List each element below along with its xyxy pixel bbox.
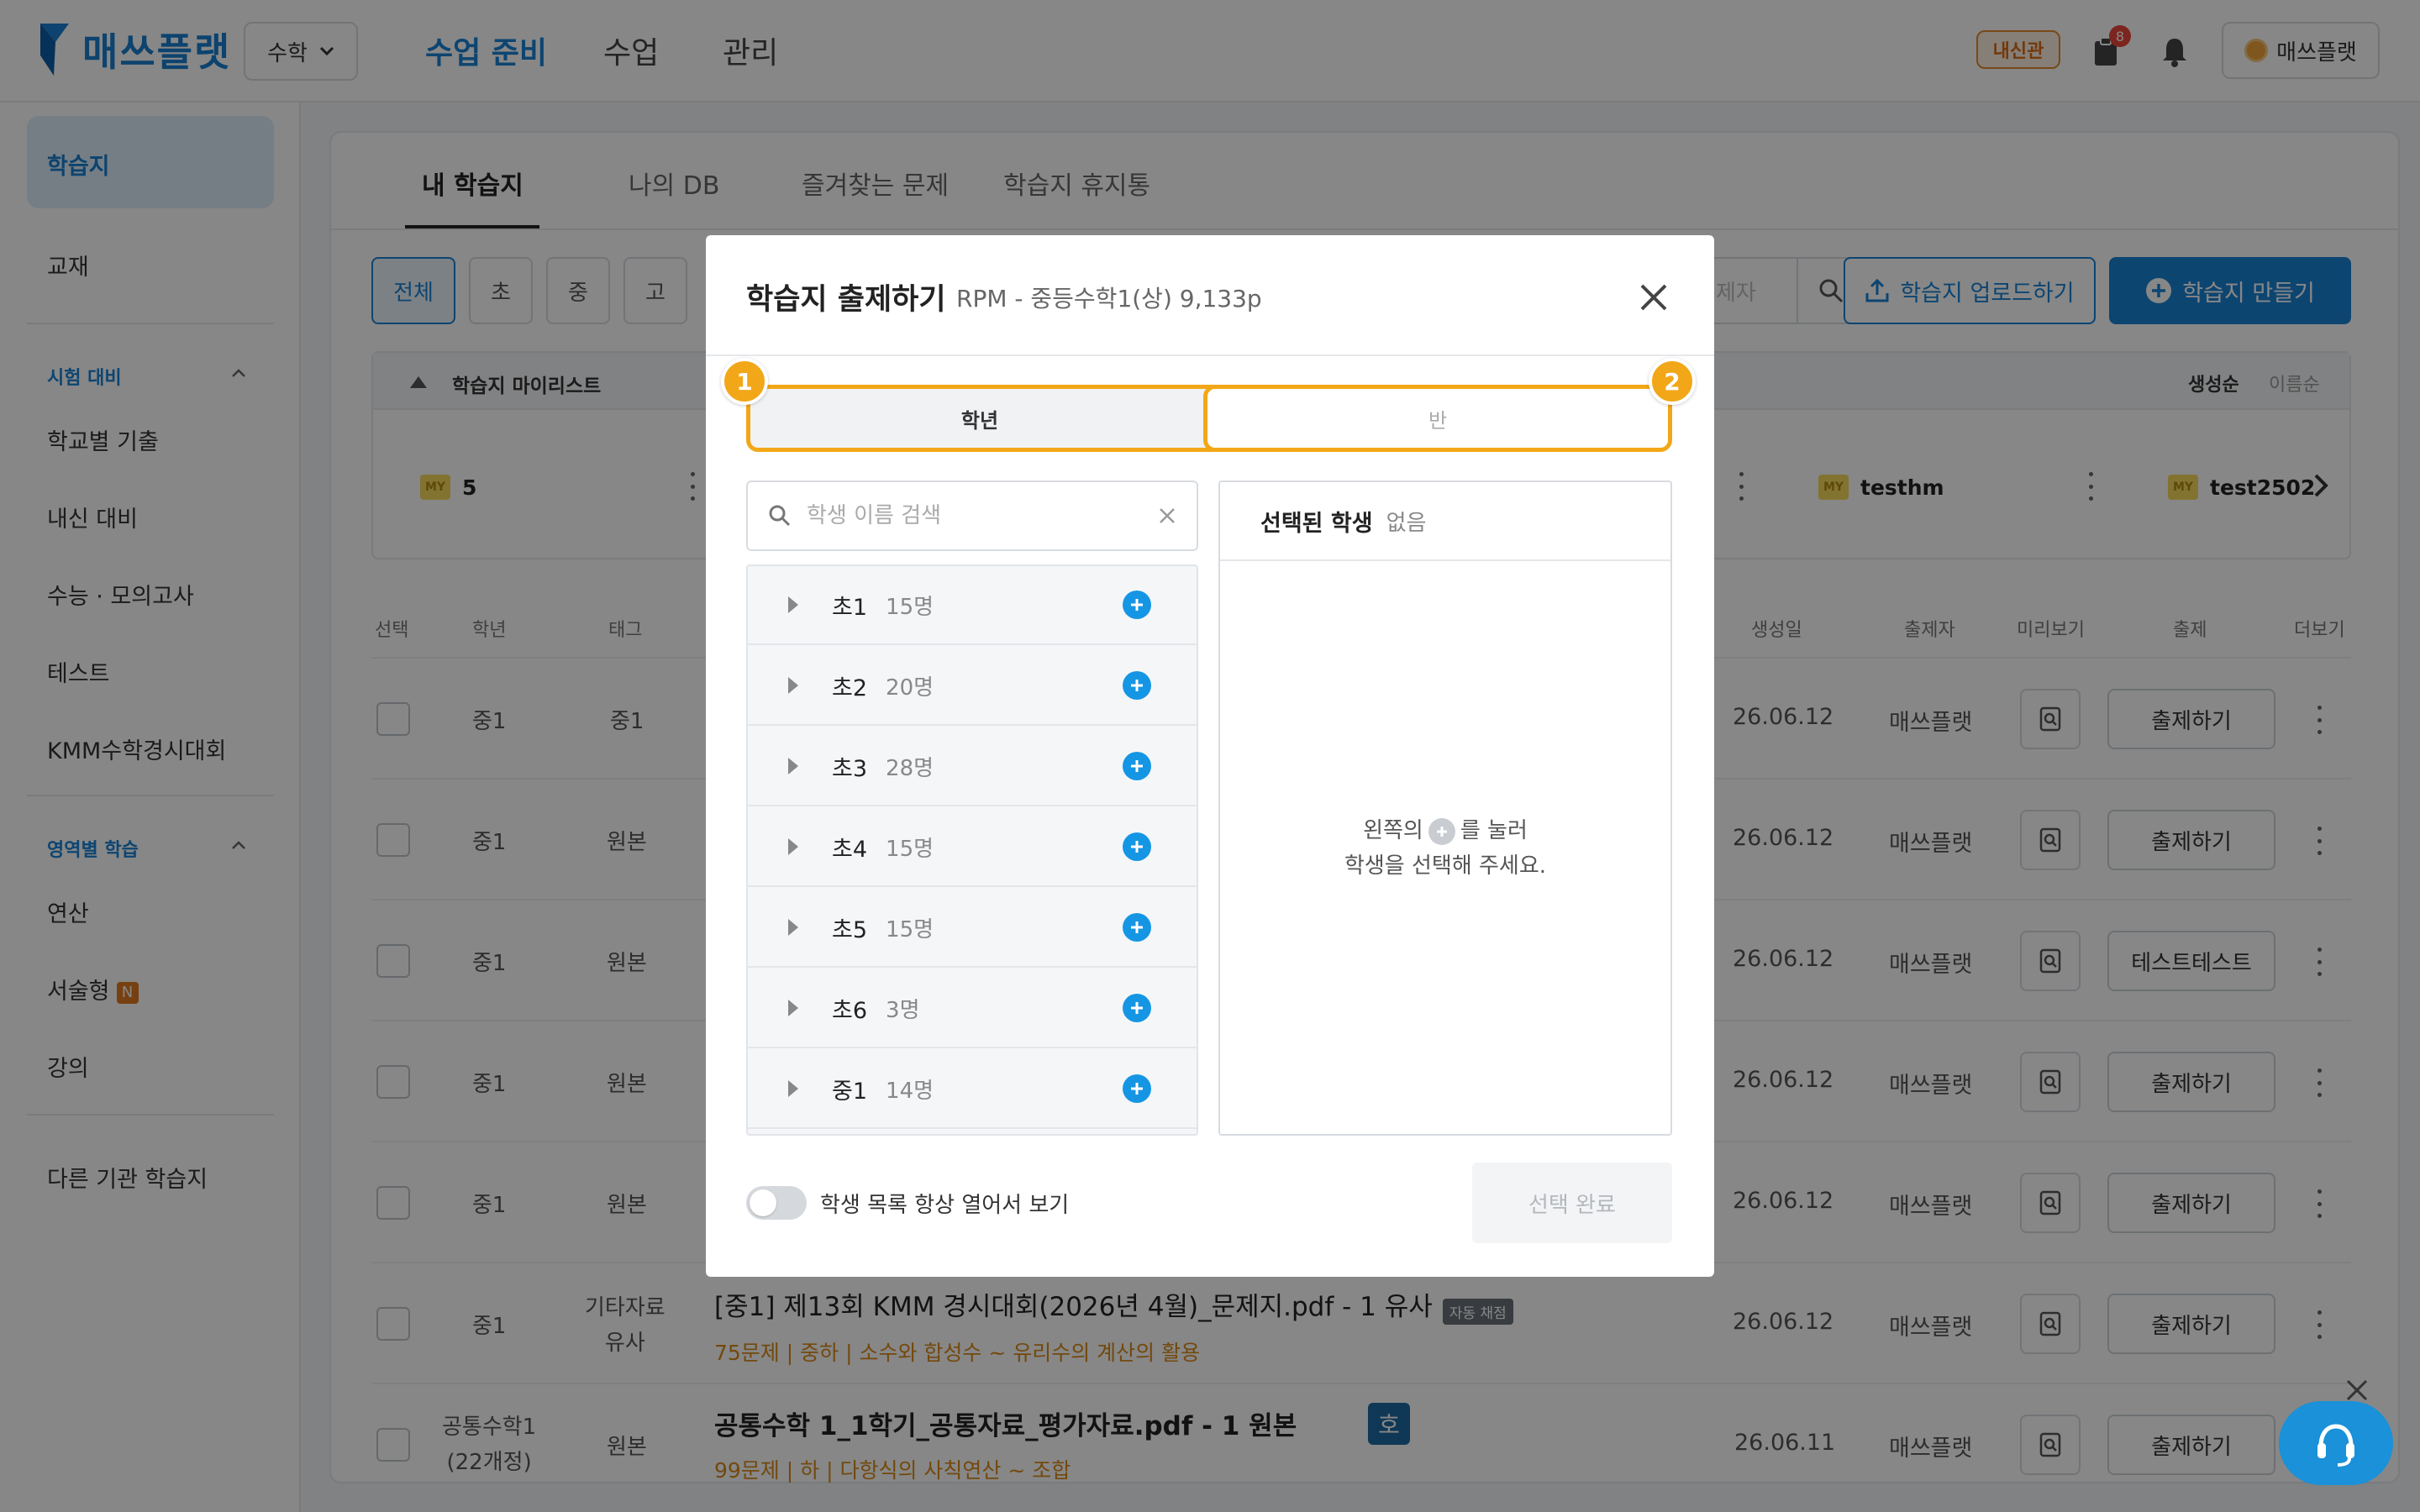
hint-text-line2: 학생을 선택해 주세요. (1344, 853, 1547, 879)
list-item[interactable]: 초4 15명 (748, 808, 1197, 887)
selection-done-button[interactable]: 선택 완료 (1472, 1163, 1672, 1243)
selection-hint: 왼쪽의 를 눌러 학생을 선택해 주세요. (1220, 813, 1670, 884)
step-marker-1: 1 (721, 358, 768, 405)
selected-students-header: 선택된 학생 없음 (1220, 482, 1670, 561)
group-count: 3명 (886, 997, 920, 1023)
group-name: 초3 (832, 755, 868, 782)
add-circle-icon[interactable] (1123, 832, 1151, 861)
group-name: 초1 (832, 594, 868, 621)
add-circle-icon[interactable] (1123, 913, 1151, 942)
toggle-knob[interactable] (750, 1189, 776, 1216)
tab-grade[interactable]: 학년 (746, 385, 1213, 452)
group-name: 초5 (832, 916, 868, 943)
add-circle-icon[interactable] (1123, 591, 1151, 619)
step-marker-2: 2 (1649, 358, 1696, 405)
close-icon[interactable] (2344, 1378, 2370, 1403)
caret-right-icon[interactable] (788, 838, 798, 855)
add-circle-icon[interactable] (1123, 1074, 1151, 1103)
search-icon (769, 505, 791, 527)
caret-right-icon[interactable] (788, 677, 798, 694)
student-search-field[interactable] (807, 503, 1143, 528)
add-circle-icon (1428, 817, 1455, 845)
support-chat-button[interactable] (2279, 1401, 2393, 1485)
caret-right-icon[interactable] (788, 758, 798, 774)
group-name: 중1 (832, 1078, 868, 1105)
selected-students-empty: 없음 (1386, 510, 1427, 536)
caret-right-icon[interactable] (788, 596, 798, 613)
group-count: 28명 (886, 755, 934, 781)
add-circle-icon[interactable] (1123, 671, 1151, 700)
list-item[interactable]: 초5 15명 (748, 889, 1197, 968)
selected-students-panel (1218, 480, 1672, 1136)
list-item[interactable]: 초2 20명 (748, 647, 1197, 726)
group-count: 15명 (886, 836, 934, 862)
modal-header-divider (706, 354, 1714, 356)
selected-students-title: 선택된 학생 (1260, 510, 1373, 537)
caret-right-icon[interactable] (788, 1000, 798, 1016)
group-count: 20명 (886, 675, 934, 701)
add-circle-icon[interactable] (1123, 752, 1151, 780)
group-count: 15명 (886, 916, 934, 942)
modal-subtitle: RPM - 중등수학1(상) 9,133p (956, 285, 1262, 312)
headset-icon (2317, 1424, 2354, 1467)
hint-text-b: 를 눌러 (1460, 818, 1528, 843)
student-search-input[interactable] (746, 480, 1198, 551)
caret-right-icon[interactable] (788, 919, 798, 936)
clear-icon[interactable] (1158, 507, 1176, 525)
toggle-label: 학생 목록 항상 열어서 보기 (820, 1193, 1070, 1218)
group-name: 초4 (832, 836, 868, 863)
list-item[interactable]: 초3 28명 (748, 727, 1197, 806)
grade-group-list: 초1 15명 초2 20명 초3 28명 초4 15명 초5 15명 초6 3명 중1 14명 (746, 564, 1198, 1136)
list-item[interactable]: 초1 15명 (748, 566, 1197, 645)
caret-right-icon[interactable] (788, 1080, 798, 1097)
list-item[interactable]: 중1 14명 (748, 1050, 1197, 1129)
modal-title: 학습지 출제하기 (746, 283, 946, 317)
group-count: 14명 (886, 1078, 934, 1104)
close-icon[interactable] (1635, 279, 1672, 316)
group-count: 15명 (886, 594, 934, 620)
add-circle-icon[interactable] (1123, 994, 1151, 1022)
tab-class[interactable]: 반 (1203, 385, 1672, 452)
group-name: 초2 (832, 675, 868, 701)
list-item[interactable]: 초6 3명 (748, 969, 1197, 1048)
group-name: 초6 (832, 997, 868, 1024)
hint-text-a: 왼쪽의 (1363, 818, 1423, 843)
